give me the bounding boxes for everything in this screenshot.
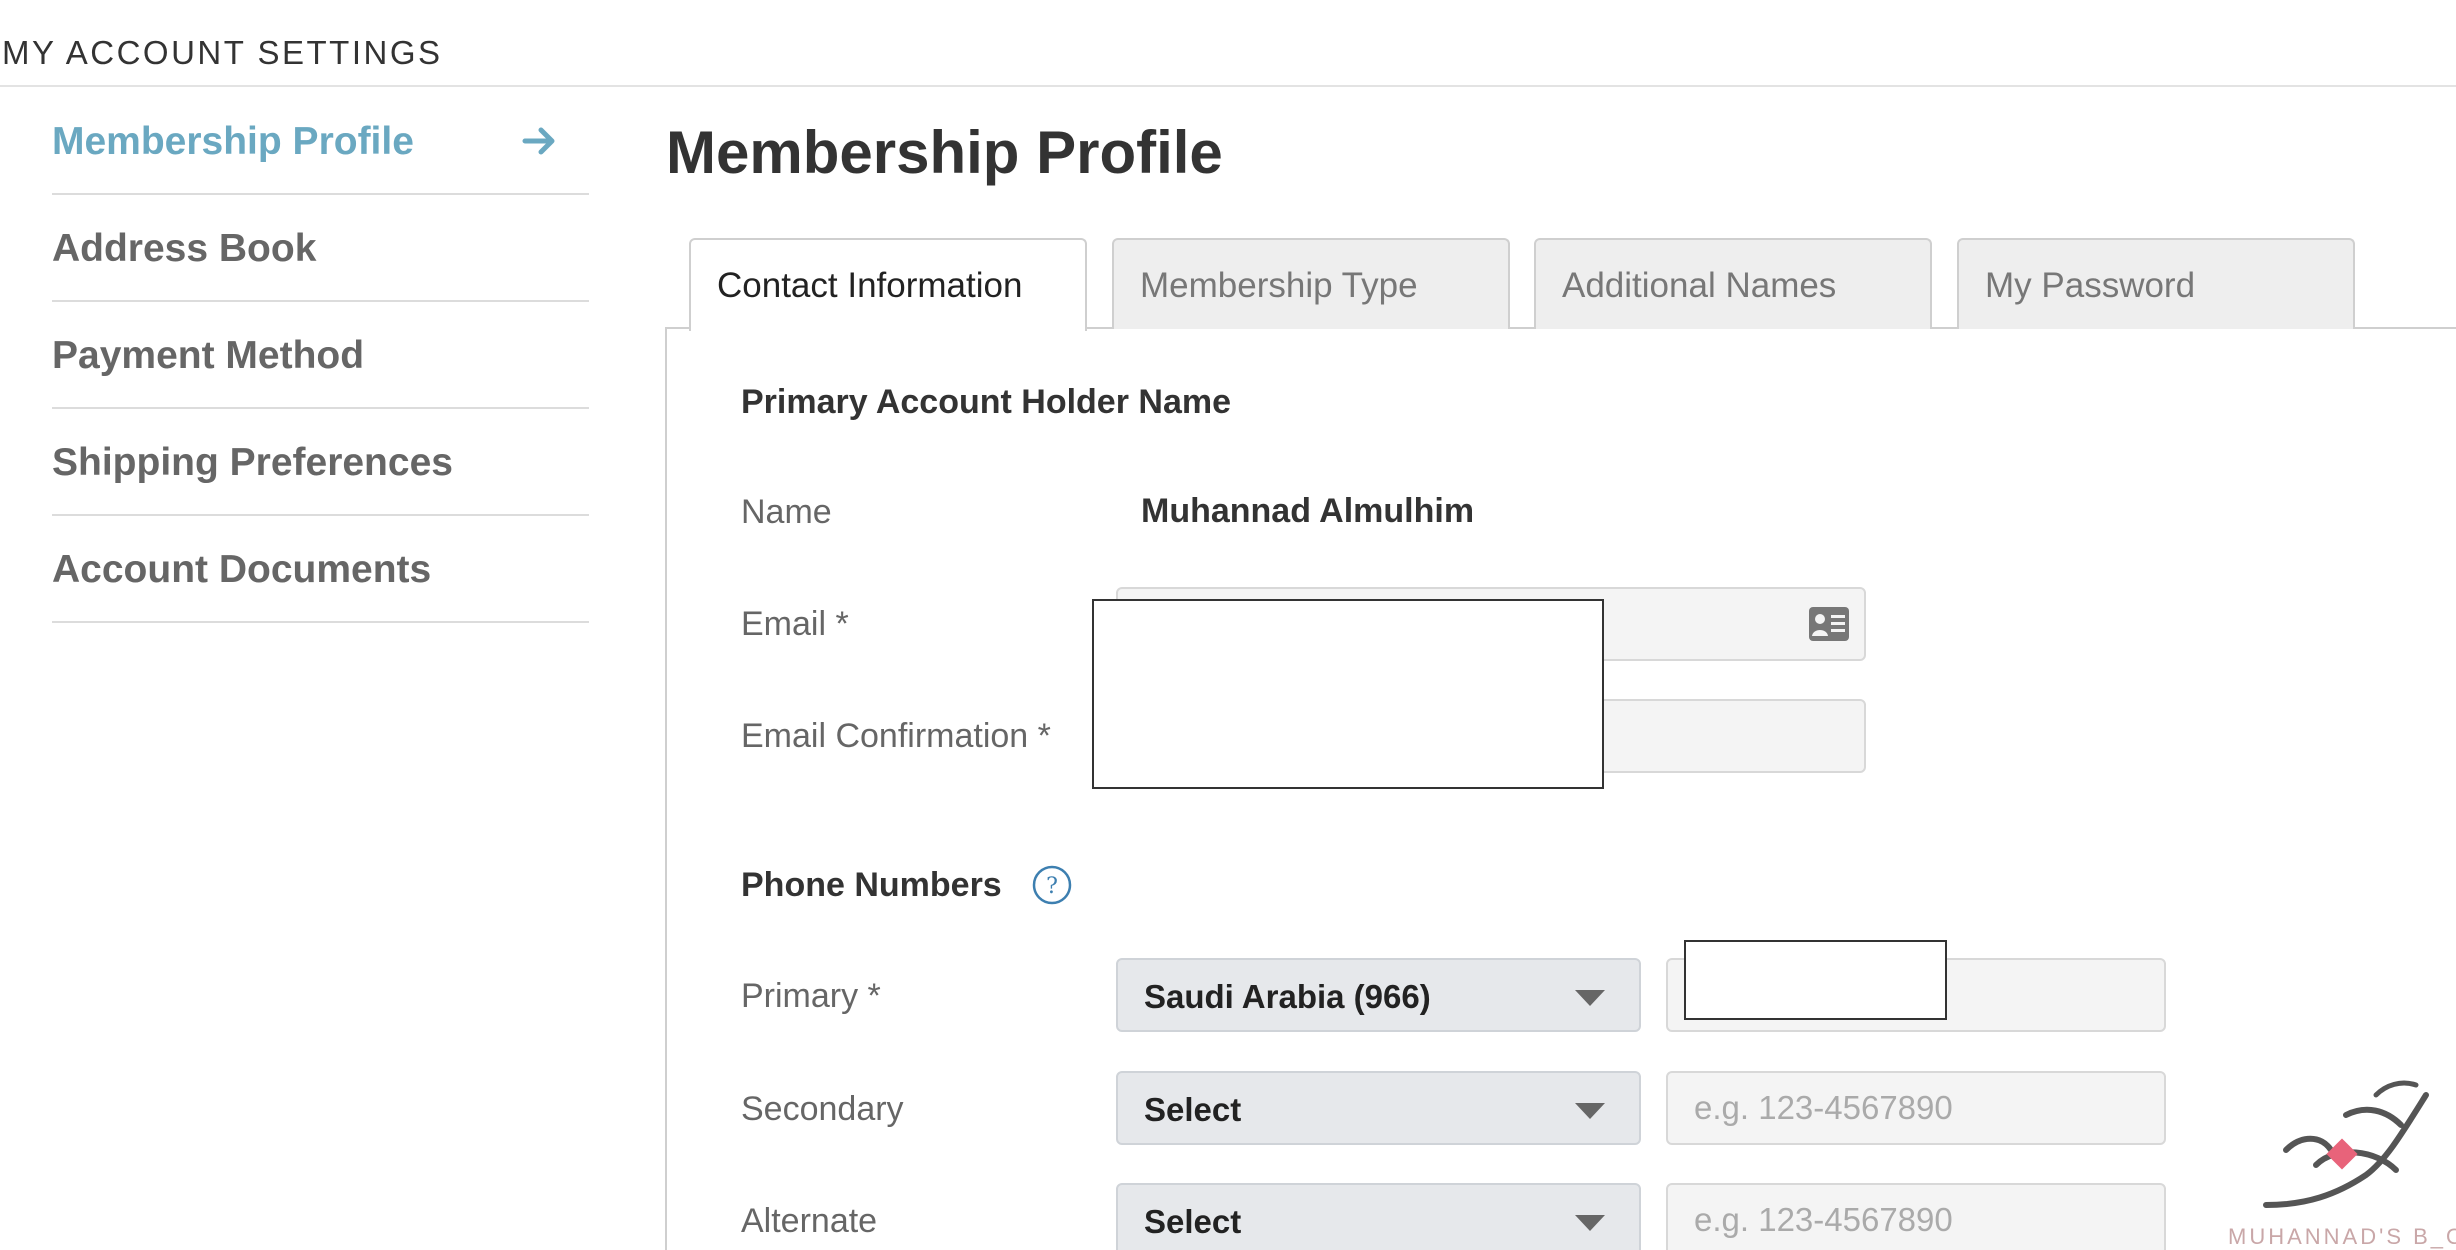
sidebar-item-label: Address Book	[52, 227, 317, 270]
page-title: Membership Profile	[666, 119, 1223, 186]
contact-card-icon[interactable]	[1808, 606, 1850, 642]
watermark-text: MUHANNAD'S B_OG	[2228, 1224, 2456, 1249]
name-section-title: Primary Account Holder Name	[741, 383, 1231, 421]
page-header-title: MY ACCOUNT SETTINGS	[2, 34, 443, 71]
sidebar-nav: Membership Profile Address Book Payment …	[52, 88, 589, 623]
sidebar-item-address-book[interactable]: Address Book	[52, 195, 589, 302]
tab-label: Membership Type	[1140, 266, 1418, 305]
secondary-country-select[interactable]: Select	[1116, 1071, 1641, 1145]
sidebar-item-shipping-preferences[interactable]: Shipping Preferences	[52, 409, 589, 516]
help-icon[interactable]: ?	[1032, 865, 1072, 905]
sidebar-item-payment-method[interactable]: Payment Method	[52, 302, 589, 409]
sidebar-item-account-documents[interactable]: Account Documents	[52, 516, 589, 623]
name-label: Name	[741, 493, 832, 531]
select-value: Select	[1144, 1203, 1242, 1240]
sidebar-item-membership-profile[interactable]: Membership Profile	[52, 88, 589, 195]
name-value: Muhannad Almulhim	[1141, 492, 1475, 530]
tab-my-password[interactable]: My Password	[1957, 238, 2355, 329]
sidebar-item-label: Membership Profile	[52, 120, 414, 163]
panel-border	[665, 327, 667, 1250]
primary-country-select[interactable]: Saudi Arabia (966)	[1116, 958, 1641, 1032]
primary-phone-label: Primary *	[741, 977, 881, 1015]
caret-down-icon	[1575, 990, 1605, 1006]
caret-down-icon	[1575, 1103, 1605, 1119]
secondary-phone-label: Secondary	[741, 1090, 904, 1128]
svg-text:?: ?	[1046, 874, 1058, 899]
sidebar-item-label: Shipping Preferences	[52, 441, 453, 484]
caret-down-icon	[1575, 1215, 1605, 1231]
tab-label: Additional Names	[1562, 266, 1837, 305]
tab-contact-information[interactable]: Contact Information	[689, 238, 1087, 331]
tab-label: My Password	[1985, 266, 2196, 305]
redaction-box	[1092, 599, 1604, 789]
email-label: Email *	[741, 605, 849, 643]
redaction-box	[1684, 940, 1947, 1020]
email-confirmation-label: Email Confirmation *	[741, 717, 1051, 755]
alternate-phone-label: Alternate	[741, 1202, 878, 1240]
sidebar-item-label: Payment Method	[52, 334, 365, 377]
alternate-country-select[interactable]: Select	[1116, 1183, 1641, 1250]
account-settings-page: MY ACCOUNT SETTINGS Membership Profile A…	[0, 0, 2456, 1250]
page-header: MY ACCOUNT SETTINGS	[0, 0, 2456, 87]
secondary-phone-input[interactable]	[1666, 1071, 2166, 1145]
tab-additional-names[interactable]: Additional Names	[1534, 238, 1932, 329]
watermark-logo: MUHANNAD'S B_OG	[2226, 1055, 2456, 1250]
calligraphy-logo-icon	[2263, 1080, 2429, 1208]
alternate-phone-input[interactable]	[1666, 1183, 2166, 1250]
tab-label: Contact Information	[717, 266, 1023, 305]
tab-membership-type[interactable]: Membership Type	[1112, 238, 1510, 329]
arrow-right-icon	[522, 127, 555, 155]
select-value: Saudi Arabia (966)	[1144, 978, 1431, 1015]
sidebar-item-label: Account Documents	[52, 548, 432, 591]
select-value: Select	[1144, 1091, 1242, 1128]
phone-section-title: Phone Numbers	[741, 866, 1002, 904]
